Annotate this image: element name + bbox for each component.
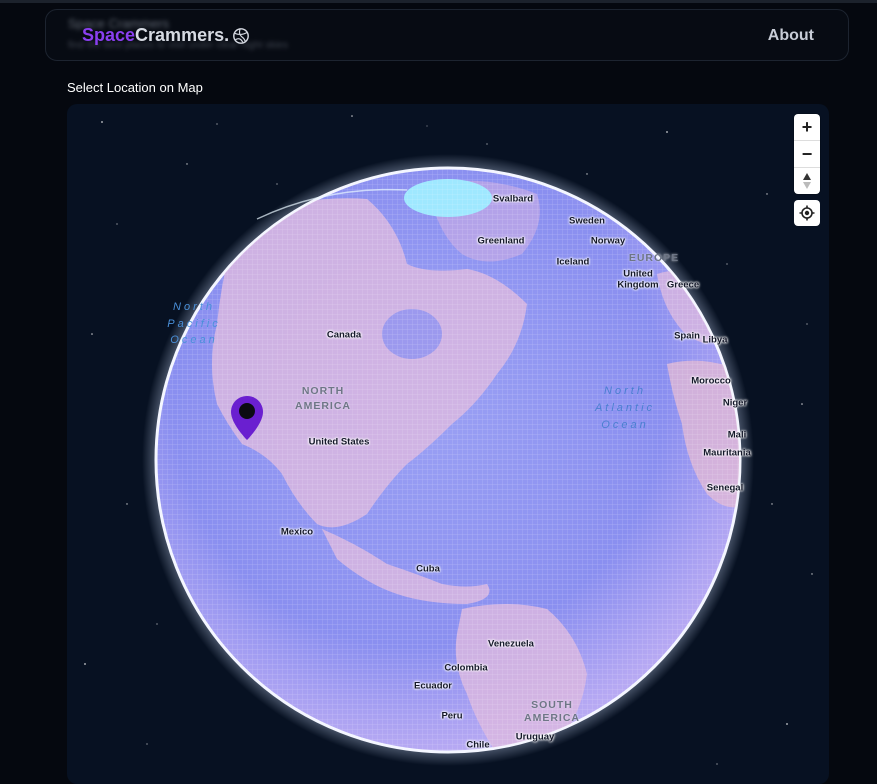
map-label-canada: Canada [326, 329, 362, 341]
map-label-north-pacific-1: North [173, 301, 215, 313]
map-label-mexico: Mexico [280, 526, 314, 538]
about-link[interactable]: About [768, 27, 814, 45]
window-top-edge [0, 0, 877, 3]
map-label-united-states: United States [308, 436, 370, 448]
map-label-uk-line1: United [623, 268, 653, 280]
map-label-north-atlantic-1: North [604, 385, 646, 397]
navbar: Space Crammers find the best places to v… [45, 9, 849, 61]
map-label-north-pacific-2: Pacific [167, 318, 221, 330]
map-label-cuba: Cuba [416, 563, 440, 575]
map-label-venezuela: Venezuela [488, 638, 534, 650]
map-container[interactable]: Svalbard Sweden Greenland Norway Iceland… [67, 104, 829, 784]
map-label-colombia: Colombia [444, 662, 488, 674]
compass-button[interactable] [794, 168, 820, 194]
zoom-out-button[interactable]: − [794, 141, 820, 168]
map-label-greenland: Greenland [477, 235, 525, 247]
brand-name-crammers: Crammers. [135, 25, 230, 45]
map-label-norway: Norway [590, 235, 626, 247]
brand-logo[interactable]: Space Crammers. [82, 25, 250, 46]
map-label-peru: Peru [441, 710, 463, 722]
globe-icon [233, 27, 250, 44]
map-label-chile: Chile [466, 739, 490, 751]
brand-name-space: Space [82, 25, 136, 45]
map-label-north-pacific-3: Ocean [170, 334, 218, 346]
map-label-north-atlantic-2: Atlantic [594, 402, 656, 414]
map-label-sweden: Sweden [569, 215, 605, 227]
map-label-europe: EUROPE [628, 252, 680, 264]
map-label-ecuador: Ecuador [413, 680, 453, 692]
geolocate-button[interactable] [794, 200, 820, 226]
map-label-mauritania: Mauritania [703, 447, 751, 459]
map-label-south-america-1: SOUTH [531, 699, 573, 711]
map-label-south-america-2: AMERICA [524, 712, 580, 724]
map-label-greece: Greece [666, 279, 700, 291]
map-label-uruguay: Uruguay [515, 731, 555, 743]
map-label-libya: Libya [702, 334, 728, 346]
map-label-north-atlantic-3: Ocean [601, 419, 649, 431]
map-navigation-controls: + − [794, 114, 820, 194]
map-label-uk-line2: Kingdom [617, 279, 659, 291]
map-label-morocco: Morocco [691, 375, 731, 387]
zoom-in-button[interactable]: + [794, 114, 820, 141]
map-label-spain: Spain [674, 330, 700, 342]
map-label-iceland: Iceland [556, 256, 590, 268]
map-label-mali: Mali [727, 429, 747, 441]
map-label-svalbard: Svalbard [492, 193, 534, 205]
map-label-senegal: Senegal [706, 482, 744, 494]
select-location-label: Select Location on Map [67, 80, 203, 95]
map-label-north-america-2: AMERICA [295, 400, 351, 412]
map-label-niger: Niger [722, 397, 748, 409]
geolocate-icon [799, 205, 815, 221]
compass-icon [803, 173, 811, 189]
map-label-north-america-1: NORTH [301, 385, 345, 397]
map-pin-icon[interactable] [229, 394, 265, 442]
